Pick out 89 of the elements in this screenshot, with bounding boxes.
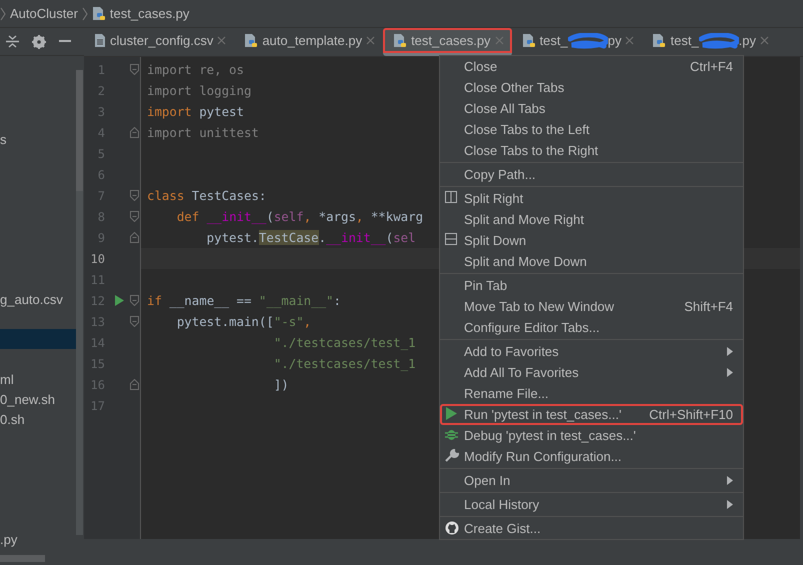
menu-item[interactable]: Rename File... [440,383,743,404]
editor-tab[interactable]: auto_template.py [234,28,384,56]
minimize-icon[interactable] [59,40,71,43]
editor-tab[interactable]: test_cases.py [383,28,512,56]
fold-marker-icon[interactable] [130,211,139,222]
menu-item[interactable]: Copy Path... [440,164,743,185]
breadcrumb-item[interactable]: AutoCluster [10,6,78,21]
menu-item[interactable]: Create Gist... [440,518,743,539]
run-icon [445,407,457,420]
menu-item[interactable]: Close Tabs to the Left [440,119,743,140]
chevron-icon [0,6,6,20]
line-number: 10 [90,252,105,266]
fold-marker-icon[interactable] [130,232,139,243]
menu-item[interactable]: Run 'pytest in test_cases...' Ctrl+Shift+F10 [440,404,743,425]
menu-item[interactable]: Add All To Favorites [440,362,743,383]
code-line: "./testcases/test_1 [272,335,416,350]
text-file-icon [94,33,106,48]
tab-label: cluster_config.csv [110,33,214,48]
tab-label: test_ [540,33,568,48]
menu-item[interactable]: Split and Move Down [440,251,743,272]
fold-marker-icon[interactable] [130,64,139,75]
menu-item[interactable]: Configure Editor Tabs... [440,317,743,338]
close-icon[interactable] [217,36,226,45]
code-line: "./testcases/test_1 [272,356,416,371]
bug-icon [445,428,458,441]
menu-item[interactable]: Close Tabs to the Right [440,140,743,161]
fold-marker-icon[interactable] [130,316,139,327]
tab-label: test_ [670,33,699,48]
collapse-icon[interactable] [6,35,19,48]
close-icon[interactable] [625,36,634,45]
menu-item[interactable]: Local History [440,494,743,515]
chevron-icon [82,6,88,20]
menu-item[interactable]: Modify Run Configuration... [440,446,743,467]
code-line: ]) [272,377,289,392]
fold-marker-icon[interactable] [130,379,139,390]
run-icon[interactable] [115,295,124,306]
close-icon[interactable] [760,36,770,45]
code-line: import re, os [147,62,244,77]
tab-label: py [608,33,622,48]
tree-row[interactable]: s [0,129,76,149]
breadcrumb-item[interactable]: test_cases.py [110,6,190,21]
tab-label: auto_template.py [262,33,362,48]
redaction-scribble [568,32,608,48]
wrench-icon [445,449,459,463]
fold-marker-icon[interactable] [130,127,139,138]
redaction-scribble [698,32,739,48]
code-line: import pytest [147,104,244,119]
horizontal-scrollbar[interactable] [0,555,45,562]
tree-row[interactable]: ml [0,369,76,389]
code-line: pytest.TestCase.__init__(sel [206,230,416,245]
python-file-icon [652,33,666,48]
editor-tab[interactable]: test_ .py [642,28,778,56]
code-line: import unittest [147,125,259,140]
menu-item[interactable]: Debug 'pytest in test_cases...' [440,425,743,446]
menu-item[interactable]: Split Right [440,188,743,209]
fold-marker-icon[interactable] [130,190,139,201]
tree-row[interactable]: g_auto.csv [0,289,76,309]
python-file-icon [522,33,536,48]
code-line: class TestCases: [147,188,266,203]
tab-label: .py [738,33,756,48]
tree-row[interactable]: 0.sh [0,409,76,429]
menu-item[interactable]: Close Other Tabs [440,77,743,98]
menu-item[interactable]: Pin Tab [440,275,743,296]
menu-item[interactable]: Move Tab to New Window Shift+F4 [440,296,743,317]
settings-icon[interactable] [32,34,46,48]
code-line: import logging [147,83,252,98]
tree-row[interactable]: 0_new.sh [0,389,76,409]
menu-item[interactable]: Close Ctrl+F4 [440,56,743,77]
python-file-icon [393,33,408,48]
menu-item[interactable]: Add to Favorites [440,341,743,362]
split-horizontal-icon [445,233,457,245]
split-vertical-icon [445,191,457,203]
code-line: def __init__(self, *args, **kwarg [176,209,424,224]
tab-label: test_cases.py [411,33,491,48]
fold-marker-icon[interactable] [130,295,139,306]
close-icon[interactable] [366,36,376,45]
close-icon[interactable] [494,36,504,45]
python-file-icon [244,33,258,48]
code-line: if __name__ == "__main__": [147,293,341,308]
python-file-icon [92,6,106,21]
menu-item[interactable]: Open In [440,470,743,491]
menu-item[interactable]: Close All Tabs [440,98,743,119]
editor-tab[interactable]: cluster_config.csv [84,28,234,56]
github-icon [445,521,459,535]
menu-item[interactable]: Split and Move Right [440,209,743,230]
menu-item[interactable]: Split Down [440,230,743,251]
code-line: pytest.main(["-s", [176,314,312,329]
tree-row[interactable]: .py [0,529,76,549]
editor-tab[interactable]: test_ py [512,28,642,56]
